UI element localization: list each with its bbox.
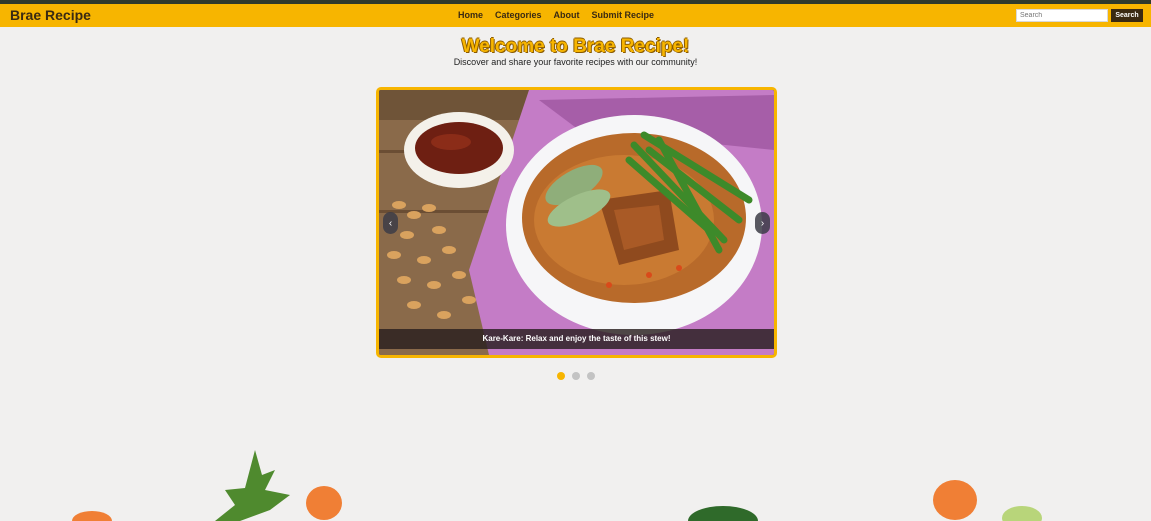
page-title: Welcome to Brae Recipe! [461, 36, 690, 57]
background-decoration [72, 450, 1042, 521]
carousel-dot[interactable] [587, 372, 595, 380]
search-input[interactable] [1016, 9, 1108, 22]
chevron-left-icon[interactable]: ‹ [383, 212, 398, 234]
carousel-indicators [557, 372, 595, 380]
carousel-caption: Kare-Kare: Relax and enjoy the taste of … [379, 329, 774, 349]
carousel-dot[interactable] [557, 372, 565, 380]
carousel-dot[interactable] [572, 372, 580, 380]
page-subtitle: Discover and share your favorite recipes… [453, 57, 698, 67]
carousel-slide-image [379, 90, 774, 355]
recipe-carousel[interactable]: ‹ › Kare-Kare: Relax and enjoy the taste… [376, 87, 777, 358]
chevron-right-icon[interactable]: › [755, 212, 770, 234]
nav-item-categories[interactable]: Categories [495, 10, 542, 20]
brand-logo[interactable]: Brae Recipe [10, 7, 91, 23]
nav-item-submit-recipe[interactable]: Submit Recipe [592, 10, 655, 20]
search-button[interactable]: Search [1111, 9, 1143, 22]
nav-item-home[interactable]: Home [458, 10, 483, 20]
nav-item-about[interactable]: About [554, 10, 580, 20]
nav-links: Home Categories About Submit Recipe [458, 10, 654, 20]
hero: Welcome to Brae Recipe! Discover and sha… [0, 36, 1151, 67]
search-form: Search [1016, 9, 1143, 22]
navbar: Brae Recipe Home Categories About Submit… [0, 4, 1151, 27]
